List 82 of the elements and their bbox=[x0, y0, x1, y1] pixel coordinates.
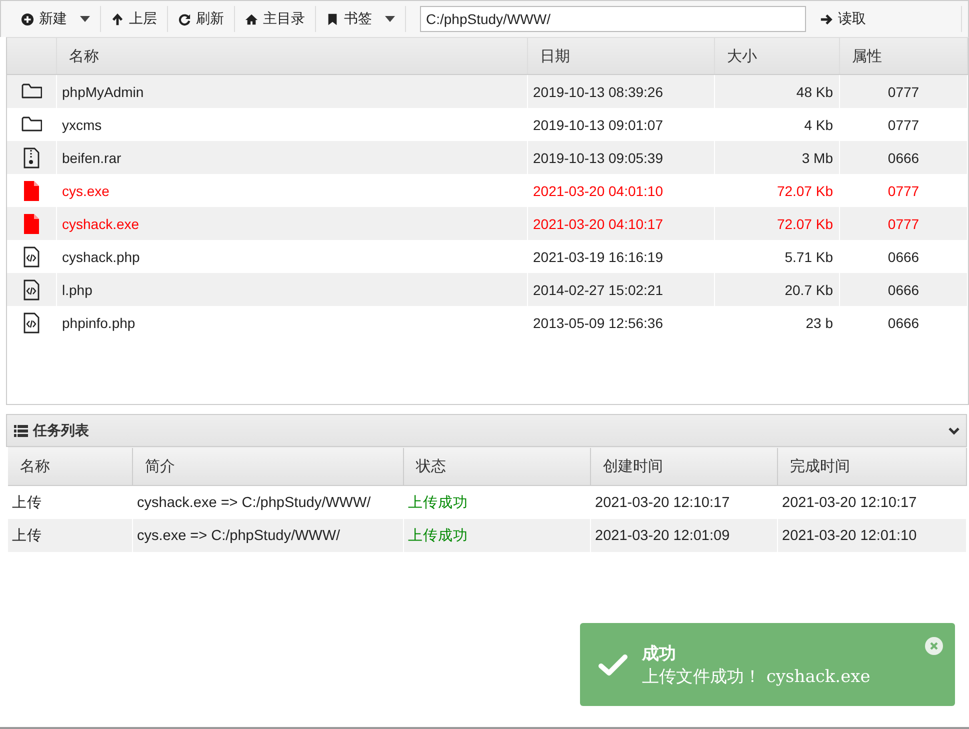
column-header[interactable]: 状态 bbox=[404, 448, 591, 485]
file-name[interactable]: cyshack.php bbox=[62, 248, 140, 264]
task-status: 上传成功 bbox=[408, 494, 468, 512]
date-cell: 2019-10-13 09:05:39 bbox=[533, 150, 663, 166]
chevron-down-icon[interactable] bbox=[948, 424, 960, 436]
file-row[interactable]: l.php 2014-02-27 15:02:21 20.7 Kb 0666 bbox=[7, 273, 968, 306]
date-cell: 2013-05-09 12:56:36 bbox=[533, 314, 663, 330]
zip-file-icon bbox=[21, 146, 42, 168]
date-cell: 2021-03-20 04:01:10 bbox=[533, 182, 663, 198]
task-status: 上传成功 bbox=[408, 527, 468, 545]
date-cell: 2019-10-13 08:39:26 bbox=[533, 84, 663, 100]
permission-cell: 0777 bbox=[888, 216, 920, 232]
file-icon bbox=[21, 180, 42, 202]
date-cell: 2019-10-13 09:01:07 bbox=[533, 116, 663, 132]
task-row[interactable]: 上传 cys.exe => C:/phpStudy/WWW/ 上传成功 2021-03-20 12:01:09 2021-03-20 12:01:10 bbox=[8, 519, 967, 552]
file-name[interactable]: l.php bbox=[62, 282, 92, 298]
toast-title: 成功 bbox=[642, 642, 677, 664]
column-header[interactable]: 大小 bbox=[715, 38, 840, 74]
file-name[interactable]: cys.exe bbox=[62, 182, 110, 198]
date-cell: 2014-02-27 15:02:21 bbox=[533, 282, 663, 298]
file-icon bbox=[21, 212, 42, 234]
permission-cell: 0777 bbox=[888, 182, 920, 198]
panel-title: 任务列表 bbox=[33, 422, 89, 440]
home-button[interactable]: 主目录 bbox=[235, 4, 315, 34]
list-icon bbox=[14, 424, 28, 436]
task-type: 上传 bbox=[12, 527, 42, 545]
file-name[interactable]: beifen.rar bbox=[62, 150, 122, 166]
size-cell: 4 Kb bbox=[804, 116, 833, 132]
size-cell: 48 Kb bbox=[796, 84, 833, 100]
task-type: 上传 bbox=[12, 494, 42, 512]
file-name[interactable]: yxcms bbox=[62, 116, 102, 132]
size-cell: 20.7 Kb bbox=[784, 282, 833, 298]
refresh-icon bbox=[178, 12, 191, 26]
arrow-right-icon bbox=[820, 12, 833, 26]
arrow-up-icon bbox=[111, 12, 124, 26]
column-header[interactable]: 日期 bbox=[528, 38, 715, 74]
size-cell: 5.71 Kb bbox=[784, 248, 833, 264]
permission-cell: 0666 bbox=[888, 314, 920, 330]
task-description: cys.exe => C:/phpStudy/WWW/ bbox=[137, 528, 340, 544]
file-name[interactable]: cyshack.exe bbox=[62, 216, 140, 232]
permission-cell: 0777 bbox=[888, 116, 920, 132]
home-icon bbox=[245, 12, 258, 26]
date-cell: 2021-03-20 04:10:17 bbox=[533, 216, 663, 232]
permission-cell: 0666 bbox=[888, 248, 920, 264]
permission-cell: 0666 bbox=[888, 150, 920, 166]
read-button[interactable]: 读取 bbox=[810, 4, 876, 34]
size-cell: 72.07 Kb bbox=[776, 182, 833, 198]
file-name[interactable]: phpMyAdmin bbox=[62, 84, 144, 100]
path-field[interactable]: C:/phpStudy/WWW/ bbox=[420, 6, 806, 32]
size-cell: 23 b bbox=[806, 314, 833, 330]
plus-circle-icon bbox=[21, 12, 34, 26]
file-row[interactable]: phpinfo.php 2013-05-09 12:56:36 23 b 0666 bbox=[7, 306, 968, 339]
code-file-icon bbox=[21, 278, 42, 300]
new-button[interactable]: 新建 bbox=[11, 4, 100, 34]
created-time: 2021-03-20 12:01:09 bbox=[595, 528, 730, 544]
code-file-icon bbox=[21, 312, 42, 334]
finished-time: 2021-03-20 12:01:10 bbox=[782, 528, 917, 544]
file-row[interactable]: cyshack.exe 2021-03-20 04:10:17 72.07 Kb 0777 bbox=[7, 207, 968, 240]
date-cell: 2021-03-19 16:16:19 bbox=[533, 248, 663, 264]
permission-cell: 0777 bbox=[888, 84, 920, 100]
finished-time: 2021-03-20 12:10:17 bbox=[782, 494, 917, 510]
refresh-button[interactable]: 刷新 bbox=[168, 4, 234, 34]
bookmark-icon bbox=[326, 12, 339, 26]
file-row[interactable]: phpMyAdmin 2019-10-13 08:39:26 48 Kb 0777 bbox=[7, 75, 968, 108]
toast-message: 上传文件成功！ cyshack.exe bbox=[642, 666, 870, 688]
created-time: 2021-03-20 12:10:17 bbox=[595, 494, 730, 510]
file-name[interactable]: phpinfo.php bbox=[62, 314, 136, 330]
column-header[interactable]: 简介 bbox=[133, 448, 404, 485]
file-row[interactable]: beifen.rar 2019-10-13 09:05:39 3 Mb 0666 bbox=[7, 141, 968, 174]
up-button[interactable]: 上层 bbox=[101, 4, 167, 34]
code-file-icon bbox=[21, 246, 42, 268]
task-description: cyshack.exe => C:/phpStudy/WWW/ bbox=[137, 494, 371, 510]
permission-cell: 0666 bbox=[888, 282, 920, 298]
bookmark-button[interactable]: 书签 bbox=[316, 4, 405, 34]
column-header[interactable]: 名称 bbox=[57, 38, 528, 74]
column-header[interactable]: 创建时间 bbox=[591, 448, 778, 485]
column-header[interactable]: 完成时间 bbox=[778, 448, 967, 485]
check-icon bbox=[598, 652, 628, 676]
size-cell: 72.07 Kb bbox=[776, 216, 833, 232]
column-header[interactable]: 名称 bbox=[8, 448, 133, 485]
size-cell: 3 Mb bbox=[802, 150, 833, 166]
column-header[interactable]: 属性 bbox=[840, 38, 968, 74]
